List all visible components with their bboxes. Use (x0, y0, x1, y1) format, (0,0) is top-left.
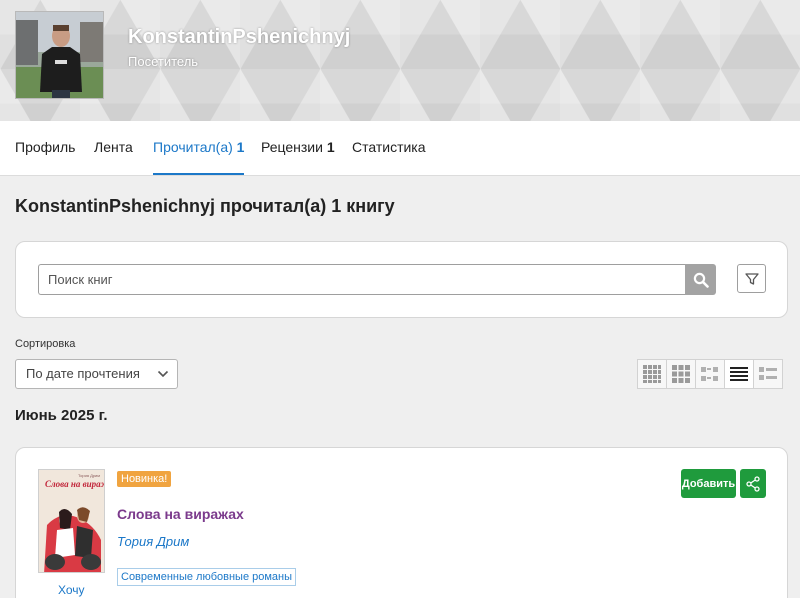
tab-feed[interactable]: Лента (94, 139, 133, 175)
share-button[interactable] (740, 469, 766, 498)
tab-count: 1 (326, 139, 335, 155)
tab-read[interactable]: Прочитал(а) 1 (153, 139, 245, 175)
book-cover-image: Слова на виражах Тория Дрим (39, 470, 105, 572)
book-title[interactable]: Слова на виражах (117, 506, 244, 522)
book-author[interactable]: Тория Дрим (117, 534, 189, 549)
view-grid-small-button[interactable] (695, 359, 725, 389)
tab-statistics[interactable]: Статистика (352, 139, 426, 175)
tab-count: 1 (236, 139, 245, 155)
avatar-photo (16, 12, 103, 98)
tab-profile[interactable]: Профиль (15, 139, 75, 175)
sort-select[interactable]: По дате прочтения (15, 359, 178, 389)
book-card: Слова на виражах Тория Дрим Хочу Новинка… (15, 447, 788, 598)
new-badge: Новинка! (117, 471, 172, 487)
cover-author-text: Тория Дрим (78, 473, 100, 478)
sort-selected-value: По дате прочтения (26, 366, 140, 381)
tab-label: Рецензии (261, 139, 323, 155)
search-panel (15, 241, 788, 318)
grid-medium-icon (672, 365, 690, 383)
page-title: KonstantinPshenichnyj прочитал(а) 1 книг… (15, 196, 395, 216)
profile-banner: KonstantinPshenichnyj Посетитель (0, 0, 800, 121)
view-grid-large-button[interactable] (637, 359, 667, 389)
genre-tag[interactable]: Современные любовные романы (117, 568, 297, 586)
view-mode-toggles (637, 359, 783, 389)
search-button[interactable] (685, 264, 716, 295)
add-button[interactable]: Добавить (681, 469, 736, 498)
profile-tabs: Профиль Лента Прочитал(а) 1 Рецензии 1 С… (0, 121, 800, 176)
filter-icon (744, 272, 759, 285)
cover-title-text: Слова на виражах (45, 479, 105, 489)
tab-label: Профиль (15, 139, 76, 155)
view-grid-medium-button[interactable] (666, 359, 696, 389)
want-link[interactable]: Хочу (58, 583, 85, 597)
share-icon (746, 475, 760, 492)
search-icon (693, 272, 709, 288)
tab-reviews[interactable]: Рецензии 1 (261, 139, 335, 175)
tab-label: Прочитал(а) (153, 139, 233, 155)
book-cover[interactable]: Слова на виражах Тория Дрим (38, 469, 105, 573)
view-list-button[interactable] (724, 359, 754, 389)
profile-username: KonstantinPshenichnyj (128, 26, 351, 48)
profile-role: Посетитель (128, 54, 199, 69)
chevron-down-icon (157, 370, 169, 378)
sort-label: Сортировка (15, 338, 76, 350)
tab-label: Статистика (352, 139, 426, 155)
filter-button[interactable] (737, 264, 766, 293)
tab-label: Лента (94, 139, 133, 155)
list-detailed-icon (759, 367, 777, 380)
grid-small-icon (701, 367, 718, 381)
avatar[interactable] (15, 11, 104, 99)
list-icon (730, 367, 748, 381)
grid-large-icon (643, 365, 661, 383)
month-heading: Июнь 2025 г. (15, 407, 108, 424)
search-input[interactable] (38, 264, 685, 295)
view-list-detailed-button[interactable] (753, 359, 783, 389)
